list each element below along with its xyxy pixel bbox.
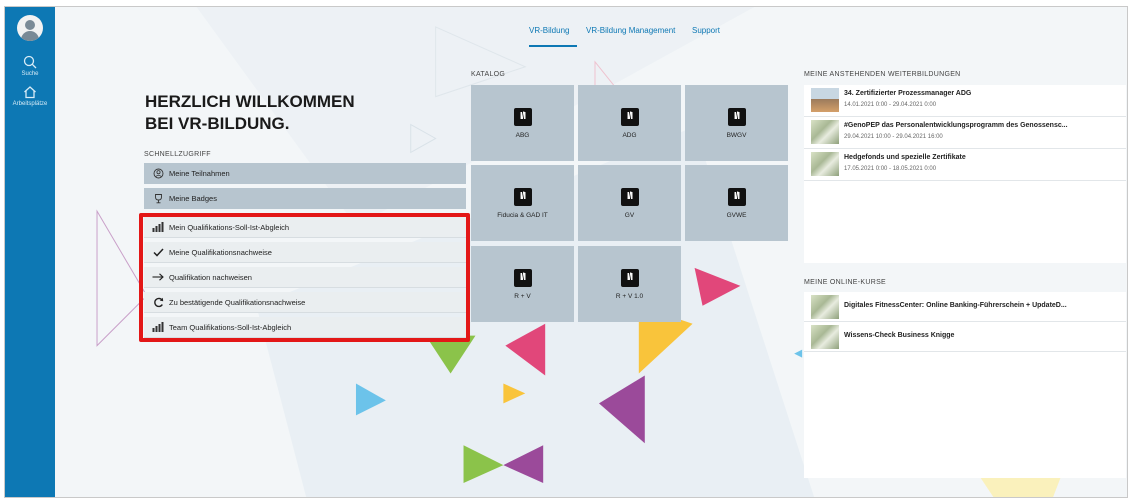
catalog-tile-label: GV bbox=[624, 211, 635, 219]
quick-access-my-badges[interactable]: Meine Badges bbox=[144, 188, 466, 209]
catalog-tile-label: Fiducia & GAD IT bbox=[497, 211, 548, 219]
avatar[interactable] bbox=[17, 15, 43, 41]
catalog-tile-gv[interactable]: I/I GV bbox=[578, 165, 681, 241]
catalog-tile-r-v-1-0[interactable]: I/I R + V 1.0 bbox=[578, 246, 681, 322]
course-thumbnail bbox=[811, 295, 839, 319]
home-icon bbox=[24, 86, 36, 99]
catalog-logo-icon: I/I bbox=[727, 187, 746, 206]
catalog-logo-icon: I/I bbox=[727, 107, 746, 126]
course-thumbnail bbox=[811, 152, 839, 176]
search-icon bbox=[23, 55, 37, 69]
list-item[interactable]: Hedgefonds und spezielle Zertifikate 17.… bbox=[804, 149, 1126, 181]
course-thumbnail bbox=[811, 88, 839, 112]
list-item[interactable]: Digitales FitnessCenter: Online Banking-… bbox=[804, 292, 1126, 322]
catalog-logo-icon: I/I bbox=[620, 268, 639, 287]
trophy-icon bbox=[152, 193, 164, 205]
catalog-tile-abg[interactable]: I/I ABG bbox=[471, 85, 574, 161]
participation-icon bbox=[152, 168, 164, 180]
catalog-tile-label: GVWE bbox=[726, 211, 747, 219]
catalog-tile-bwgv[interactable]: I/I BWGV bbox=[685, 85, 788, 161]
tab-support[interactable]: Support bbox=[692, 26, 720, 35]
quick-access-label: Meine Teilnahmen bbox=[169, 169, 230, 178]
list-item[interactable]: Wissens-Check Business Knigge bbox=[804, 322, 1126, 352]
tab-vr-bildung-management[interactable]: VR-Bildung Management bbox=[586, 26, 675, 35]
quick-access-label: Meine Badges bbox=[169, 194, 217, 203]
catalog-tile-label: ABG bbox=[515, 131, 530, 139]
list-item[interactable]: #GenoPEP das Personalentwicklungsprogram… bbox=[804, 117, 1126, 149]
catalog-logo-icon: I/I bbox=[620, 107, 639, 126]
quick-access-my-participations[interactable]: Meine Teilnahmen bbox=[144, 163, 466, 184]
catalog-tile-label: R + V 1.0 bbox=[615, 292, 644, 300]
catalog-tile-label: R + V bbox=[514, 292, 531, 300]
catalog-logo-icon: I/I bbox=[513, 107, 532, 126]
course-thumbnail bbox=[811, 120, 839, 144]
highlight-box bbox=[139, 213, 470, 342]
upcoming-trainings-heading: MEINE ANSTEHENDEN WEITERBILDUNGEN bbox=[804, 71, 961, 78]
app-frame: Suche Arbeitsplätze VR-Bildung VR-Bildun… bbox=[4, 6, 1128, 498]
tab-vr-bildung[interactable]: VR-Bildung bbox=[529, 26, 569, 35]
catalog-tile-fiducia[interactable]: I/I Fiducia & GAD IT bbox=[471, 165, 574, 241]
catalog-tile-label: ADG bbox=[622, 131, 637, 139]
catalog-heading: KATALOG bbox=[471, 71, 506, 78]
sidebar-item-label: Suche bbox=[21, 71, 39, 77]
catalog-logo-icon: I/I bbox=[620, 187, 639, 206]
catalog-tile-r-v[interactable]: I/I R + V bbox=[471, 246, 574, 322]
list-item[interactable]: 34. Zertifizierter Prozessmanager ADG 14… bbox=[804, 85, 1126, 117]
catalog-logo-icon: I/I bbox=[513, 187, 532, 206]
catalog-tile-adg[interactable]: I/I ADG bbox=[578, 85, 681, 161]
sidebar: Suche Arbeitsplätze bbox=[5, 7, 55, 497]
course-thumbnail bbox=[811, 325, 839, 349]
quick-access-heading: SCHNELLZUGRIFF bbox=[144, 151, 211, 158]
online-courses-panel: Digitales FitnessCenter: Online Banking-… bbox=[804, 292, 1126, 478]
sidebar-item-search[interactable]: Suche bbox=[5, 55, 55, 77]
online-courses-heading: MEINE ONLINE-KURSE bbox=[804, 279, 887, 286]
upcoming-trainings-panel: 34. Zertifizierter Prozessmanager ADG 14… bbox=[804, 85, 1126, 263]
page-title: HERZLICH WILLKOMMEN BEI VR-BILDUNG. bbox=[145, 92, 355, 133]
catalog-tile-label: BWGV bbox=[726, 131, 747, 139]
catalog-logo-icon: I/I bbox=[513, 268, 532, 287]
catalog-tile-gvwe[interactable]: I/I GVWE bbox=[685, 165, 788, 241]
active-tab-indicator bbox=[529, 45, 577, 47]
sidebar-item-workplaces[interactable]: Arbeitsplätze bbox=[5, 85, 55, 107]
sidebar-item-label: Arbeitsplätze bbox=[12, 101, 48, 107]
